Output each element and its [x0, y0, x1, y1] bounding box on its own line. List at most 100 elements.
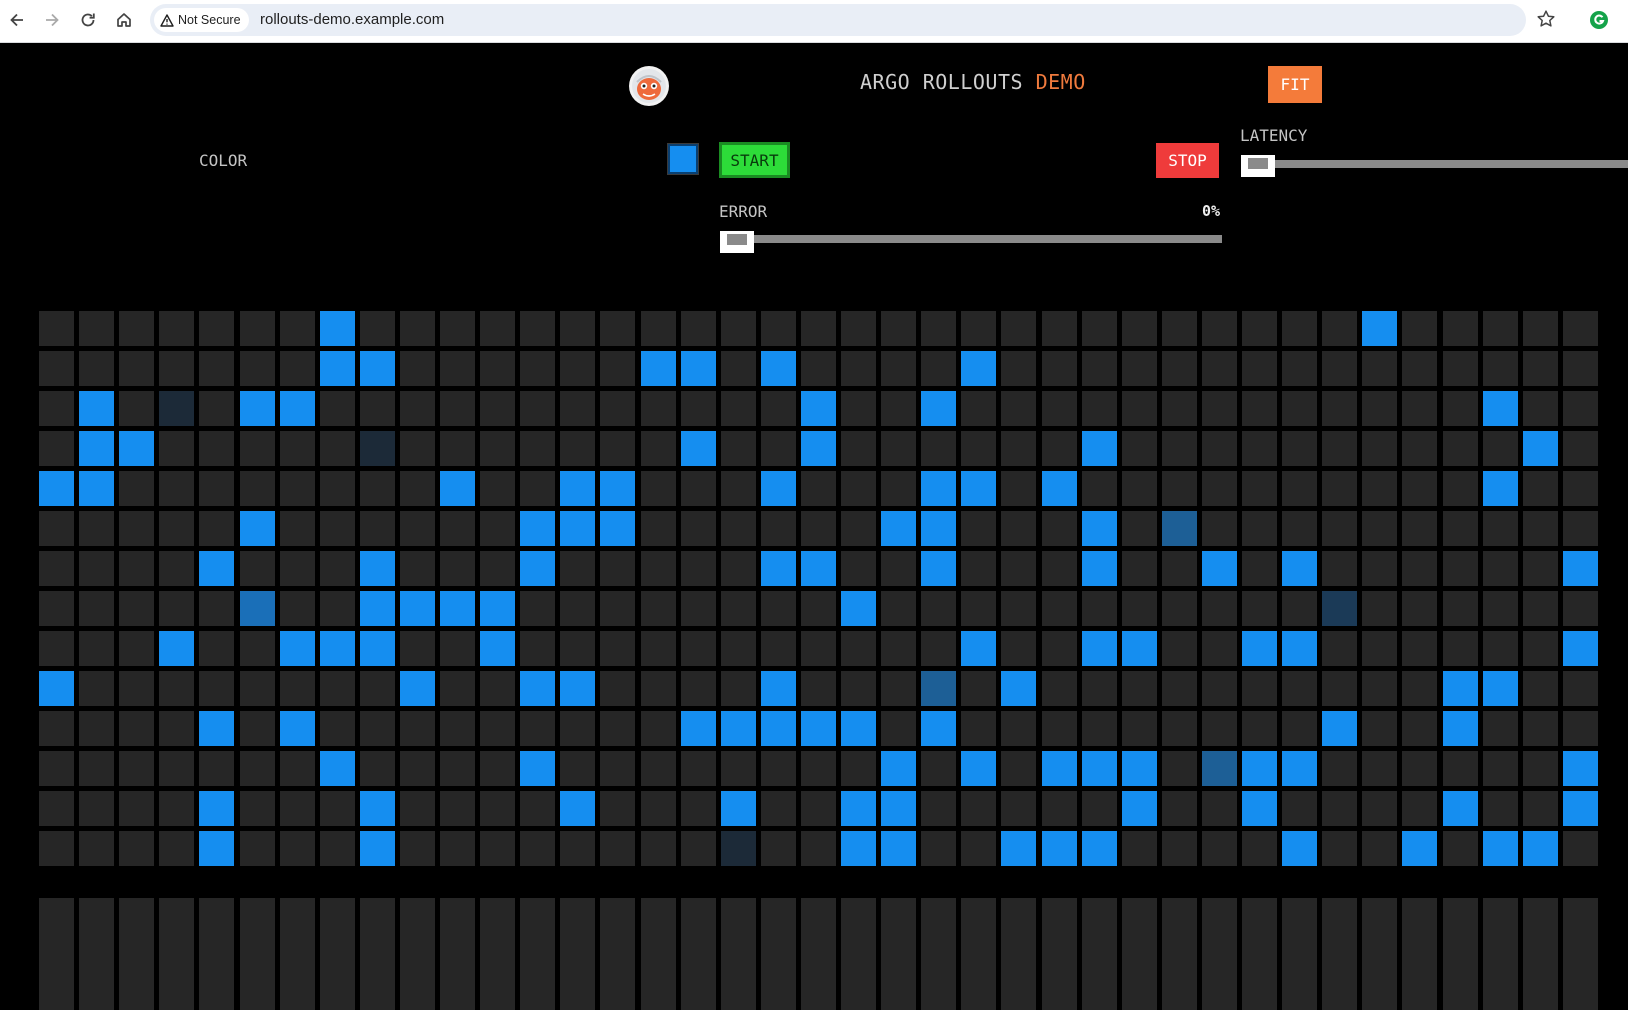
grid-cell [681, 831, 716, 866]
address-bar[interactable]: Not Secure rollouts-demo.example.com [150, 4, 1526, 36]
grid-cell [1082, 551, 1117, 586]
grid-cell [721, 351, 756, 386]
grid-cell [841, 511, 876, 546]
grid-cell [1082, 711, 1117, 746]
grid-cell [1042, 471, 1077, 506]
grid-cell [1443, 351, 1478, 386]
grid-cell [641, 711, 676, 746]
grid-cell [159, 471, 194, 506]
grid-cell [320, 351, 355, 386]
grid-cell [560, 831, 595, 866]
grid-cell [801, 711, 836, 746]
latency-slider-track[interactable] [1244, 160, 1628, 168]
grid-cell [721, 471, 756, 506]
grid-cell [320, 751, 355, 786]
grid-cell [1322, 831, 1357, 866]
grid-cell [1563, 591, 1598, 626]
grid-cell [1202, 791, 1237, 826]
home-button[interactable] [111, 7, 137, 33]
grid-cell [119, 471, 154, 506]
grid-cell [39, 471, 74, 506]
grid-cell [841, 711, 876, 746]
grid-cell [641, 591, 676, 626]
stop-button[interactable]: STOP [1156, 143, 1219, 178]
grid-cell [1001, 831, 1036, 866]
argo-logo-icon [628, 65, 670, 107]
fit-button[interactable]: FIT [1268, 66, 1322, 103]
grid-cell [1402, 391, 1437, 426]
grid-cell [159, 311, 194, 346]
status-bar [1402, 898, 1437, 1010]
grid-cell [560, 511, 595, 546]
grid-cell [1202, 471, 1237, 506]
error-slider-handle[interactable] [720, 231, 754, 253]
grid-cell [961, 631, 996, 666]
grid-cell [1483, 311, 1518, 346]
grid-cell [199, 831, 234, 866]
grid-cell [400, 551, 435, 586]
grid-cell [841, 391, 876, 426]
security-indicator[interactable]: Not Secure [154, 8, 249, 32]
grid-cell [1563, 511, 1598, 546]
bookmark-button[interactable] [1536, 9, 1556, 33]
grid-cell [520, 351, 555, 386]
grid-cell [320, 391, 355, 426]
grid-cell [681, 791, 716, 826]
status-bar [761, 898, 796, 1010]
grid-cell [1162, 591, 1197, 626]
start-button[interactable]: START [719, 142, 790, 178]
grid-cell [881, 431, 916, 466]
grid-cell [1322, 751, 1357, 786]
grid-cell [1122, 391, 1157, 426]
grid-cell [641, 791, 676, 826]
color-swatch[interactable] [668, 144, 698, 174]
grid-cell [1402, 791, 1437, 826]
grid-cell [199, 591, 234, 626]
grid-cell [440, 631, 475, 666]
grid-cell [1483, 551, 1518, 586]
grid-cell [961, 791, 996, 826]
grid-cell [1402, 831, 1437, 866]
grid-cell [1563, 351, 1598, 386]
forward-button[interactable] [39, 7, 65, 33]
grid-cell [1523, 551, 1558, 586]
latency-slider-handle[interactable] [1241, 155, 1275, 177]
grid-cell [1362, 391, 1397, 426]
grid-cell [1001, 711, 1036, 746]
grid-cell [681, 511, 716, 546]
grid-cell [560, 711, 595, 746]
grid-cell [240, 551, 275, 586]
grid-cell [320, 631, 355, 666]
grid-cell [600, 671, 635, 706]
extension-button[interactable] [1588, 9, 1610, 31]
status-bar [921, 898, 956, 1010]
reload-button[interactable] [75, 7, 101, 33]
status-bar [1322, 898, 1357, 1010]
grid-cell [480, 471, 515, 506]
grid-cell [520, 631, 555, 666]
url-text[interactable]: rollouts-demo.example.com [260, 11, 444, 28]
grid-cell [280, 591, 315, 626]
grid-cell [360, 551, 395, 586]
back-button[interactable] [4, 7, 30, 33]
grid-cell [1202, 591, 1237, 626]
grid-cell [1563, 711, 1598, 746]
grid-cell [1362, 711, 1397, 746]
grid-cell [1082, 751, 1117, 786]
grid-cell [1443, 591, 1478, 626]
grid-cell [1122, 791, 1157, 826]
grid-cell [801, 751, 836, 786]
grid-cell [1443, 431, 1478, 466]
grid-cell [600, 631, 635, 666]
grid-cell [721, 511, 756, 546]
status-bar [1001, 898, 1036, 1010]
grid-cell [1563, 831, 1598, 866]
grid-cell [961, 551, 996, 586]
grid-cell [1362, 511, 1397, 546]
error-slider-track[interactable] [722, 235, 1222, 243]
grid-cell [881, 751, 916, 786]
grid-cell [1242, 631, 1277, 666]
grid-cell [1362, 471, 1397, 506]
grid-cell [560, 431, 595, 466]
grid-cell [1122, 631, 1157, 666]
